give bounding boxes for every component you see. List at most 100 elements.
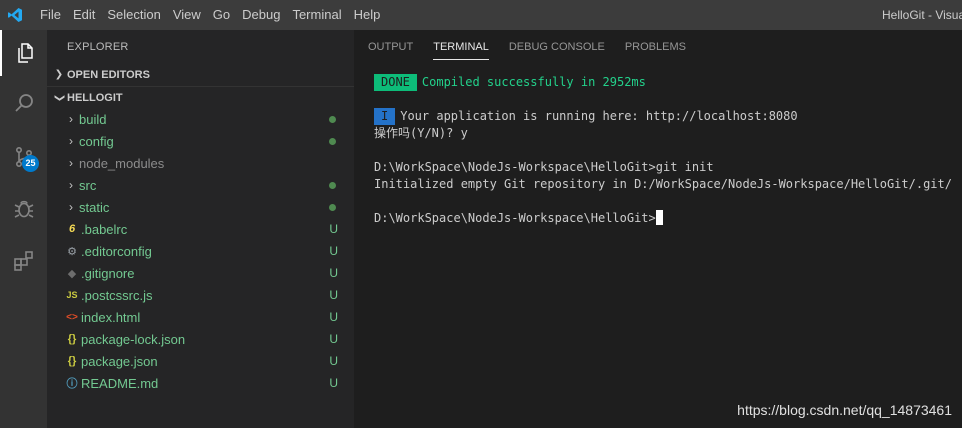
tree-item-readme[interactable]: ⓘ README.md U bbox=[47, 372, 354, 394]
chevron-right-icon: › bbox=[69, 200, 73, 214]
bottom-panel: OUTPUT TERMINAL DEBUG CONSOLE PROBLEMS D… bbox=[354, 30, 962, 428]
terminal-line: DONE Compiled successfully in 2952ms bbox=[374, 74, 952, 91]
tree-item-label: package.json bbox=[81, 353, 158, 369]
bug-icon bbox=[14, 200, 33, 218]
open-editors-label: OPEN EDITORS bbox=[67, 69, 150, 81]
explorer-activity-button[interactable] bbox=[0, 30, 47, 76]
tree-item-editorconfig[interactable]: ⚙ .editorconfig U bbox=[47, 240, 354, 262]
json-file-icon: {} bbox=[67, 333, 77, 345]
terminal-output[interactable]: DONE Compiled successfully in 2952ms I You… bbox=[374, 74, 952, 227]
tree-item-src[interactable]: › src bbox=[47, 174, 354, 196]
menu-bar: File Edit Selection View Go Debug Termin… bbox=[34, 0, 386, 30]
menu-view[interactable]: View bbox=[167, 0, 207, 30]
debug-activity-button[interactable] bbox=[0, 186, 47, 232]
tab-terminal[interactable]: TERMINAL bbox=[433, 30, 489, 64]
untracked-badge: U bbox=[329, 222, 338, 236]
info-file-icon: ⓘ bbox=[66, 378, 78, 390]
tree-item-label: README.md bbox=[81, 375, 159, 391]
tree-item-label: .gitignore bbox=[81, 265, 135, 281]
terminal-cursor bbox=[655, 210, 663, 225]
tree-item-label: index.html bbox=[81, 309, 141, 325]
untracked-badge: U bbox=[329, 376, 338, 390]
tree-item-label: .babelrc bbox=[81, 221, 128, 237]
extensions-icon bbox=[13, 251, 33, 271]
untracked-badge: U bbox=[329, 310, 338, 324]
untracked-badge: U bbox=[329, 332, 338, 346]
babel-file-icon: 6 bbox=[68, 223, 76, 235]
search-activity-button[interactable] bbox=[0, 80, 47, 126]
chevron-down-icon: ❯ bbox=[54, 93, 65, 102]
folder-label: HELLOGIT bbox=[67, 91, 123, 104]
tree-item-label: node_modules bbox=[79, 155, 165, 171]
menu-go[interactable]: Go bbox=[207, 0, 236, 30]
untracked-badge: U bbox=[329, 288, 338, 302]
chevron-right-icon: ❯ bbox=[54, 69, 64, 80]
tree-item-label: package-lock.json bbox=[81, 331, 186, 347]
files-icon bbox=[17, 43, 33, 63]
tree-item-postcssrc[interactable]: JS .postcssrc.js U bbox=[47, 284, 354, 306]
scm-badge: 25 bbox=[22, 155, 39, 172]
html-file-icon: <> bbox=[66, 311, 78, 323]
modified-dot-icon bbox=[329, 182, 336, 189]
modified-dot-icon bbox=[329, 204, 336, 211]
terminal-line: Initialized empty Git repository in D:/W… bbox=[374, 177, 952, 191]
running-message: Your application is running here: http:/… bbox=[400, 109, 798, 123]
tree-item-gitignore[interactable]: ◆ .gitignore U bbox=[47, 262, 354, 284]
tree-item-label: build bbox=[79, 111, 107, 127]
untracked-badge: U bbox=[329, 244, 338, 258]
menu-debug[interactable]: Debug bbox=[236, 0, 286, 30]
tree-item-node-modules[interactable]: › node_modules bbox=[47, 152, 354, 174]
explorer-sidebar: EXPLORER ❯ OPEN EDITORS ❯ HELLOGIT › bui… bbox=[47, 30, 354, 428]
activity-bar: 25 bbox=[0, 30, 47, 428]
compiled-message: Compiled successfully in 2952ms bbox=[421, 75, 646, 89]
json-file-icon: {} bbox=[67, 355, 77, 367]
menu-terminal[interactable]: Terminal bbox=[286, 0, 347, 30]
tree-item-package-json[interactable]: {} package.json U bbox=[47, 350, 354, 372]
chevron-right-icon: › bbox=[69, 134, 73, 148]
panel-tabs: OUTPUT TERMINAL DEBUG CONSOLE PROBLEMS bbox=[354, 30, 962, 64]
search-icon bbox=[14, 94, 33, 112]
js-file-icon: JS bbox=[66, 290, 78, 300]
terminal-line: D:\WorkSpace\NodeJs-Workspace\HelloGit>g… bbox=[374, 160, 714, 174]
menu-edit[interactable]: Edit bbox=[67, 0, 101, 30]
menu-selection[interactable]: Selection bbox=[101, 0, 166, 30]
tree-item-package-lock[interactable]: {} package-lock.json U bbox=[47, 328, 354, 350]
tab-problems[interactable]: PROBLEMS bbox=[625, 30, 686, 64]
chevron-right-icon: › bbox=[69, 156, 73, 170]
tree-item-label: .postcssrc.js bbox=[81, 287, 153, 303]
terminal-prompt: D:\WorkSpace\NodeJs-Workspace\HelloGit> bbox=[374, 211, 656, 225]
untracked-badge: U bbox=[329, 266, 338, 280]
tree-item-babelrc[interactable]: 6 .babelrc U bbox=[47, 218, 354, 240]
tree-item-index-html[interactable]: <> index.html U bbox=[47, 306, 354, 328]
tree-item-build[interactable]: › build bbox=[47, 108, 354, 130]
tree-item-label: src bbox=[79, 177, 97, 193]
explorer-title: EXPLORER bbox=[67, 41, 129, 53]
gear-file-icon: ⚙ bbox=[67, 245, 77, 258]
tree-item-label: config bbox=[79, 133, 114, 149]
extensions-activity-button[interactable] bbox=[0, 238, 47, 284]
menu-file[interactable]: File bbox=[34, 0, 67, 30]
tree-item-label: static bbox=[79, 199, 110, 215]
tab-output[interactable]: OUTPUT bbox=[368, 30, 413, 64]
untracked-badge: U bbox=[329, 354, 338, 368]
terminal-line: I Your application is running here: http:… bbox=[374, 108, 952, 125]
terminal-line: 操作吗(Y/N)? y bbox=[374, 126, 468, 140]
chevron-right-icon: › bbox=[69, 112, 73, 126]
tab-debug-console[interactable]: DEBUG CONSOLE bbox=[509, 30, 605, 64]
info-tag: I bbox=[374, 108, 396, 125]
tree-item-static[interactable]: › static bbox=[47, 196, 354, 218]
modified-dot-icon bbox=[329, 138, 336, 145]
git-file-icon: ◆ bbox=[67, 267, 77, 280]
source-control-activity-button[interactable]: 25 bbox=[0, 134, 47, 180]
chevron-right-icon: › bbox=[69, 178, 73, 192]
done-tag: DONE bbox=[374, 74, 417, 91]
tree-item-config[interactable]: › config bbox=[47, 130, 354, 152]
tree-item-label: .editorconfig bbox=[81, 243, 152, 259]
open-editors-section[interactable]: ❯ OPEN EDITORS bbox=[47, 64, 354, 86]
hellogit-folder-section[interactable]: ❯ HELLOGIT bbox=[47, 86, 354, 108]
menu-help[interactable]: Help bbox=[348, 0, 387, 30]
title-bar: File Edit Selection View Go Debug Termin… bbox=[0, 0, 962, 30]
window-title: HelloGit - Visual Studio Code bbox=[882, 8, 962, 22]
terminal-prompt-line: D:\WorkSpace\NodeJs-Workspace\HelloGit> bbox=[374, 210, 952, 227]
modified-dot-icon bbox=[329, 116, 336, 123]
